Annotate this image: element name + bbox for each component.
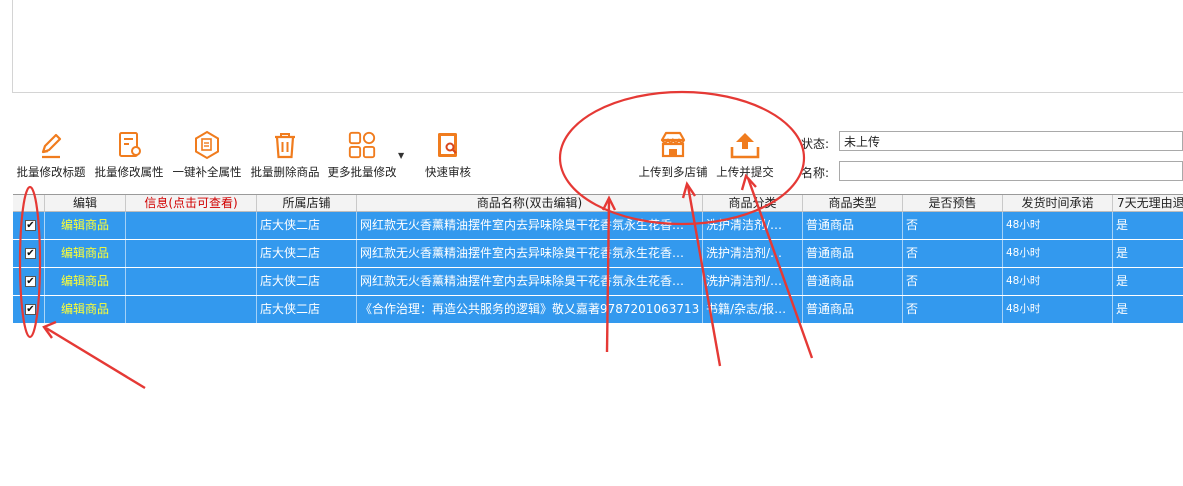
type-cell: 普通商品 [803, 240, 903, 267]
presale-cell: 否 [903, 240, 1003, 267]
edit-product-link[interactable]: 编辑商品 [45, 268, 126, 295]
header-edit: 编辑 [45, 195, 126, 211]
store-cell: 店大侠二店 [257, 268, 357, 295]
row-selector: ✔ [13, 268, 45, 295]
quick-review-label: 快速审核 [425, 165, 471, 179]
batch-delete-label: 批量删除商品 [250, 165, 320, 179]
product-table: 编辑 信息(点击可查看) 所属店铺 商品名称(双击编辑) 商品分类 商品类型 是… [13, 194, 1183, 486]
one-click-fill-label: 一键补全属性 [172, 165, 242, 179]
ship-time-cell: 48小时 [1003, 268, 1113, 295]
store-cell: 店大侠二店 [257, 240, 357, 267]
ship-time-cell: 48小时 [1003, 212, 1113, 239]
edit-product-link[interactable]: 编辑商品 [45, 296, 126, 323]
table-header: 编辑 信息(点击可查看) 所属店铺 商品名称(双击编辑) 商品分类 商品类型 是… [13, 195, 1183, 212]
row-selector: ✔ [13, 296, 45, 323]
document-settings-icon [119, 132, 141, 157]
type-cell: 普通商品 [803, 212, 903, 239]
header-product-name: 商品名称(双击编辑) [357, 195, 703, 211]
header-store: 所属店铺 [257, 195, 357, 211]
edit-product-link[interactable]: 编辑商品 [45, 212, 126, 239]
store-cell: 店大侠二店 [257, 212, 357, 239]
table-row[interactable]: ✔ 编辑商品 店大侠二店 网红款无火香薰精油摆件室内去异味除臭干花香氛永生花香…… [13, 240, 1183, 268]
product-name-cell[interactable]: 网红款无火香薰精油摆件室内去异味除臭干花香氛永生花香… [357, 212, 703, 239]
return-7day-cell: 是 [1113, 268, 1183, 295]
batch-edit-attr-label: 批量修改属性 [94, 165, 164, 179]
batch-delete-button[interactable]: 批量删除商品 [247, 130, 323, 180]
return-7day-cell: 是 [1113, 296, 1183, 323]
header-presale: 是否预售 [903, 195, 1003, 211]
pencil-icon [41, 133, 62, 159]
review-book-icon [438, 133, 457, 157]
upload-submit-button[interactable]: 上传并提交 [713, 130, 777, 180]
presale-cell: 否 [903, 212, 1003, 239]
header-type: 商品类型 [803, 195, 903, 211]
ship-time-cell: 48小时 [1003, 296, 1113, 323]
header-select[interactable] [13, 195, 45, 211]
table-row[interactable]: ✔ 编辑商品 店大侠二店 网红款无火香薰精油摆件室内去异味除臭干花香氛永生花香…… [13, 212, 1183, 240]
edit-product-link[interactable]: 编辑商品 [45, 240, 126, 267]
more-batch-edit-button[interactable]: 更多批量修改 [324, 130, 400, 180]
header-category: 商品分类 [703, 195, 803, 211]
header-ship-time: 发货时间承诺 [1003, 195, 1113, 211]
return-7day-cell: 是 [1113, 212, 1183, 239]
header-7day-return: 7天无理由退 [1113, 195, 1183, 211]
store-cell: 店大侠二店 [257, 296, 357, 323]
presale-cell: 否 [903, 268, 1003, 295]
upload-multi-store-button[interactable]: 上传到多店铺 [636, 130, 710, 180]
header-info: 信息(点击可查看) [126, 195, 257, 211]
category-cell: 洗护清洁剂/… [703, 212, 803, 239]
info-cell[interactable] [126, 240, 257, 267]
grid-shapes-icon [348, 131, 376, 159]
store-upload-icon [660, 131, 686, 158]
name-input[interactable] [839, 161, 1183, 181]
info-cell[interactable] [126, 212, 257, 239]
category-cell: 洗护清洁剂/… [703, 268, 803, 295]
upload-icon [730, 133, 760, 159]
top-panel [12, 0, 1183, 93]
info-cell[interactable] [126, 268, 257, 295]
presale-cell: 否 [903, 296, 1003, 323]
row-checkbox[interactable]: ✔ [25, 248, 36, 259]
return-7day-cell: 是 [1113, 240, 1183, 267]
row-selector: ✔ [13, 212, 45, 239]
batch-edit-title-button[interactable]: 批量修改标题 [13, 130, 89, 180]
chevron-down-icon[interactable]: ▼ [398, 151, 404, 160]
hexagon-document-icon [195, 130, 219, 160]
batch-edit-title-label: 批量修改标题 [16, 165, 86, 179]
status-label: 状态: [801, 137, 830, 151]
table-row[interactable]: ✔ 编辑商品 店大侠二店 《合作治理：再造公共服务的逻辑》敬乂嘉著9787201… [13, 296, 1183, 324]
more-batch-edit-label: 更多批量修改 [327, 165, 397, 179]
upload-submit-label: 上传并提交 [716, 165, 774, 179]
row-checkbox[interactable]: ✔ [25, 276, 36, 287]
name-label: 名称: [801, 166, 830, 180]
type-cell: 普通商品 [803, 296, 903, 323]
category-cell: 洗护清洁剂/… [703, 240, 803, 267]
product-name-cell[interactable]: 网红款无火香薰精油摆件室内去异味除臭干花香氛永生花香… [357, 240, 703, 267]
product-name-cell[interactable]: 《合作治理：再造公共服务的逻辑》敬乂嘉著9787201063713 [357, 296, 703, 323]
info-cell[interactable] [126, 296, 257, 323]
type-cell: 普通商品 [803, 268, 903, 295]
table-row[interactable]: ✔ 编辑商品 店大侠二店 网红款无火香薰精油摆件室内去异味除臭干花香氛永生花香…… [13, 268, 1183, 296]
ship-time-cell: 48小时 [1003, 240, 1113, 267]
category-cell: 书籍/杂志/报… [703, 296, 803, 323]
quick-review-button[interactable]: 快速审核 [420, 130, 476, 180]
trash-icon [275, 133, 295, 159]
upload-multi-store-label: 上传到多店铺 [638, 165, 708, 179]
product-name-cell[interactable]: 网红款无火香薰精油摆件室内去异味除臭干花香氛永生花香… [357, 268, 703, 295]
row-checkbox[interactable]: ✔ [25, 220, 36, 231]
one-click-fill-button[interactable]: 一键补全属性 [170, 130, 244, 180]
batch-edit-attr-button[interactable]: 批量修改属性 [91, 130, 167, 180]
status-select[interactable] [839, 131, 1183, 151]
row-checkbox[interactable]: ✔ [25, 304, 36, 315]
row-selector: ✔ [13, 240, 45, 267]
